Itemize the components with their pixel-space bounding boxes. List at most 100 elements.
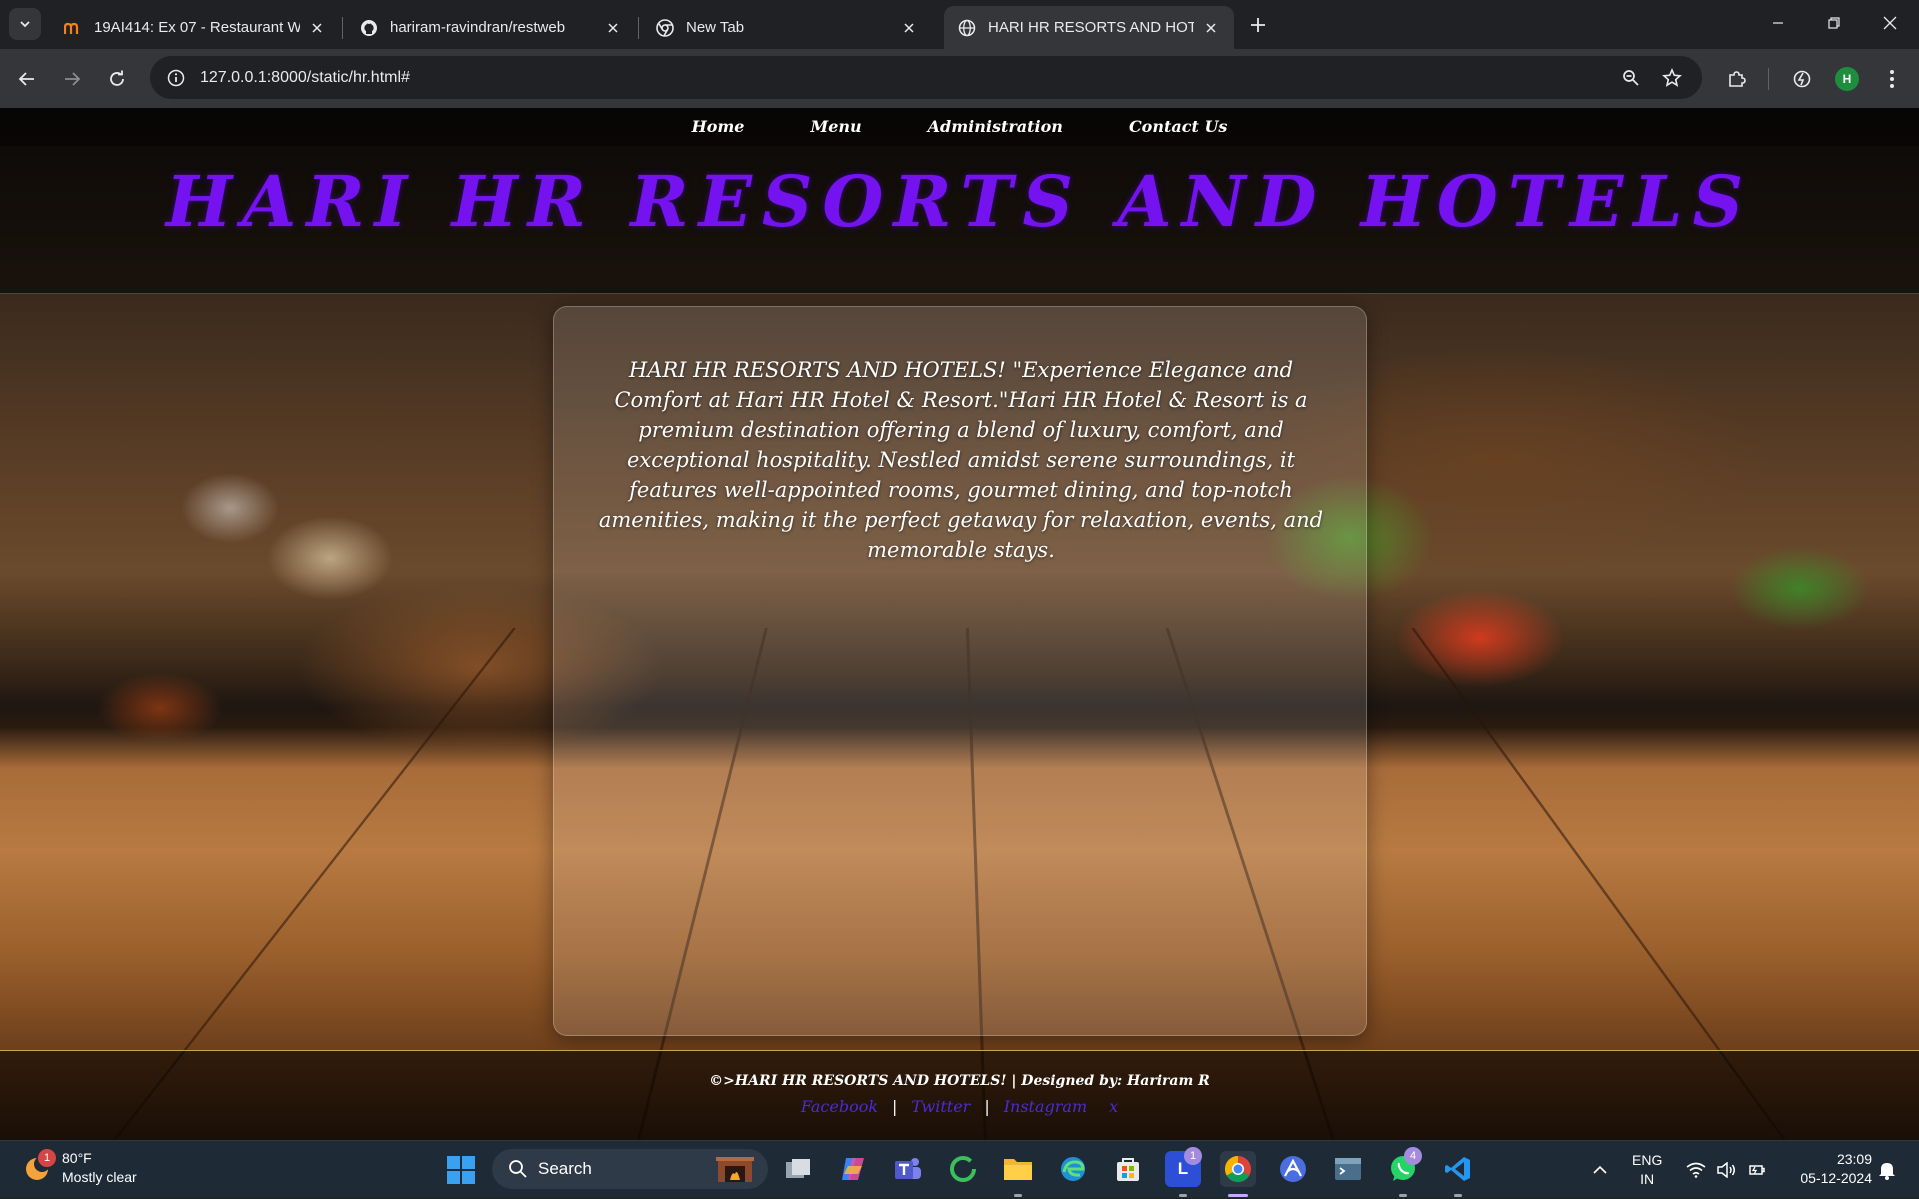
site-footer: ©>HARI HR RESORTS AND HOTELS! | Designed… [0, 1050, 1919, 1140]
close-icon[interactable] [900, 19, 918, 37]
windows-taskbar: 1 80°F Mostly clear Search L 1 4 ENG IN … [0, 1140, 1919, 1198]
site-title: HARI HR RESORTS AND HOTELS [165, 160, 1754, 243]
windows-icon [447, 1156, 475, 1184]
globe-icon [958, 19, 976, 37]
close-icon[interactable] [604, 19, 622, 37]
site-info-icon[interactable] [162, 64, 190, 92]
close-window-button[interactable] [1862, 0, 1918, 46]
nav-administration[interactable]: Administration [928, 108, 1063, 146]
task-view-icon[interactable] [780, 1151, 816, 1187]
edge-icon[interactable] [1055, 1151, 1091, 1187]
tab-title: New Tab [686, 19, 745, 36]
twitter-link[interactable]: Twitter [911, 1097, 970, 1116]
clock-time: 23:09 [1836, 1151, 1872, 1167]
site-nav: Home Menu Administration Contact Us [0, 108, 1919, 146]
social-links: Facebook | Twitter | Instagram x [0, 1097, 1919, 1116]
tab-hari-hr[interactable]: HARI HR RESORTS AND HOTELS [944, 6, 1234, 49]
forward-button[interactable] [55, 62, 89, 96]
arc-app-icon[interactable] [1275, 1151, 1311, 1187]
nav-menu[interactable]: Menu [810, 108, 861, 146]
tab-title: 19AI414: Ex 07 - Restaurant We [94, 19, 300, 36]
minimize-icon [1773, 22, 1783, 24]
system-clock[interactable]: 23:09 05-12-2024 [1786, 1150, 1872, 1188]
facebook-link[interactable]: Facebook [801, 1097, 878, 1116]
running-indicator [1399, 1194, 1407, 1197]
clock-date: 05-12-2024 [1800, 1170, 1872, 1186]
restore-button[interactable] [1806, 0, 1862, 46]
tab-moodle[interactable]: 19AI414: Ex 07 - Restaurant We [50, 6, 340, 49]
refresh-app-icon[interactable] [945, 1151, 981, 1187]
menu-button[interactable] [1875, 62, 1909, 96]
link-separator: | [892, 1097, 898, 1116]
weather-widget[interactable]: 1 80°F Mostly clear [22, 1149, 137, 1187]
profile-button[interactable]: H [1830, 62, 1864, 96]
chrome-icon [656, 18, 674, 37]
address-bar[interactable]: 127.0.0.1:8000/static/hr.html# [150, 56, 1702, 99]
l-app-badge: 1 [1184, 1147, 1202, 1165]
close-icon [1883, 16, 1897, 30]
tab-new-tab[interactable]: New Tab [642, 6, 932, 49]
whatsapp-badge: 4 [1404, 1147, 1422, 1165]
notifications-icon[interactable] [1878, 1141, 1896, 1199]
lang-line2: IN [1640, 1171, 1655, 1187]
site-header: HARI HR RESORTS AND HOTELS [0, 146, 1919, 294]
bookmark-star-icon[interactable] [1658, 64, 1686, 92]
start-button[interactable] [444, 1153, 478, 1187]
weather-temp: 80°F [62, 1150, 92, 1166]
lang-line1: ENG [1632, 1152, 1663, 1168]
volume-icon[interactable] [1716, 1141, 1736, 1199]
tab-github[interactable]: hariram-ravindran/restweb [346, 6, 636, 49]
toolbar-divider [1768, 68, 1769, 90]
tab-title: hariram-ravindran/restweb [390, 19, 566, 36]
copilot-icon[interactable] [835, 1151, 871, 1187]
zoom-icon[interactable] [1617, 64, 1645, 92]
microsoft-store-icon[interactable] [1110, 1151, 1146, 1187]
teams-icon[interactable] [890, 1151, 926, 1187]
new-tab-button[interactable] [1242, 11, 1274, 39]
close-icon[interactable] [1202, 19, 1220, 37]
file-explorer-icon[interactable] [1000, 1151, 1036, 1187]
browser-toolbar: 127.0.0.1:8000/static/hr.html# H [0, 49, 1919, 108]
url-text[interactable]: 127.0.0.1:8000/static/hr.html# [200, 69, 410, 87]
battery-icon[interactable] [1746, 1141, 1768, 1199]
link-separator: | [984, 1097, 990, 1116]
arrow-right-icon [65, 72, 81, 86]
minimize-button[interactable] [1750, 0, 1806, 46]
active-indicator [1228, 1194, 1248, 1197]
puzzle-icon [1729, 71, 1746, 87]
intro-text: HARI HR RESORTS AND HOTELS! "Experience … [598, 358, 1324, 562]
running-indicator [1014, 1194, 1022, 1197]
back-button[interactable] [10, 62, 44, 96]
nav-home[interactable]: Home [692, 108, 745, 146]
wifi-icon[interactable] [1686, 1141, 1706, 1199]
search-icon [509, 1160, 527, 1178]
show-hidden-icons[interactable] [1592, 1141, 1608, 1199]
restore-icon [1828, 17, 1840, 29]
fireplace-icon [716, 1157, 754, 1182]
weather-desc: Mostly clear [62, 1169, 137, 1185]
instagram-link[interactable]: Instagram [1004, 1097, 1087, 1116]
weather-moon-icon: 1 [22, 1149, 56, 1183]
close-icon[interactable] [308, 19, 326, 37]
language-indicator[interactable]: ENG IN [1632, 1141, 1662, 1199]
taskbar-search[interactable]: Search [492, 1149, 768, 1189]
tab-search-button[interactable] [9, 8, 41, 40]
performance-button[interactable] [1785, 62, 1819, 96]
extensions-button[interactable] [1720, 62, 1754, 96]
nav-contact-us[interactable]: Contact Us [1129, 108, 1227, 146]
github-icon [360, 19, 378, 37]
chrome-taskbar-icon[interactable] [1220, 1151, 1256, 1187]
copyright-text: ©>HARI HR RESORTS AND HOTELS! | Designed… [709, 1073, 1210, 1089]
plus-icon [1251, 18, 1265, 32]
moodle-icon [64, 19, 82, 37]
reload-button[interactable] [100, 62, 134, 96]
reload-icon [110, 70, 124, 86]
terminal-icon[interactable] [1330, 1151, 1366, 1187]
arrow-left-icon [18, 72, 34, 86]
speedometer-icon [1793, 70, 1811, 88]
intro-card: HARI HR RESORTS AND HOTELS! "Experience … [553, 306, 1367, 1036]
tab-separator [342, 17, 343, 39]
tab-separator [638, 17, 639, 39]
vscode-icon[interactable] [1440, 1151, 1476, 1187]
x-link[interactable]: x [1109, 1097, 1118, 1116]
